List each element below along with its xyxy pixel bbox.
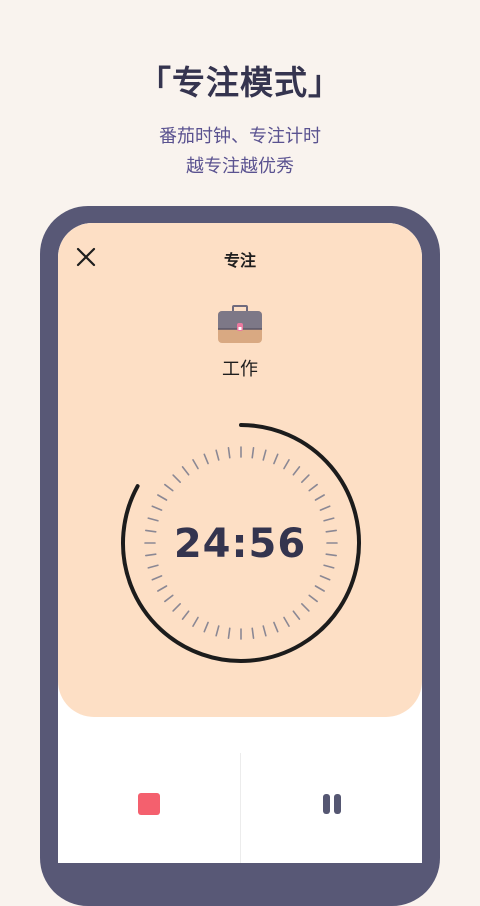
dial-tick xyxy=(314,585,325,592)
dial-tick xyxy=(151,575,163,581)
dial-tick xyxy=(215,449,220,461)
dial-tick xyxy=(172,474,181,483)
controls-divider xyxy=(240,753,241,863)
category-label: 工作 xyxy=(222,359,258,380)
dial-tick xyxy=(308,594,318,603)
dial-tick xyxy=(262,625,267,637)
pause-button[interactable] xyxy=(321,793,343,815)
focus-card: 专注 工作 24:56 xyxy=(58,223,422,717)
dial-tick xyxy=(203,453,209,465)
dial-tick xyxy=(157,494,168,501)
dial-tick xyxy=(164,594,174,603)
screen-title: 专注 xyxy=(223,251,256,270)
dial-tick xyxy=(172,603,181,612)
dial-tick xyxy=(192,459,199,470)
dial-tick xyxy=(192,616,199,627)
dial-tick xyxy=(292,466,301,476)
dial-tick xyxy=(215,625,220,637)
promo-subtitle-line1: 番茄时钟、专注计时 xyxy=(159,126,321,147)
phone-screen: 专注 工作 24:56 xyxy=(58,223,422,863)
stop-button[interactable] xyxy=(138,793,160,815)
dial-tick xyxy=(273,621,279,633)
dial-tick xyxy=(227,627,231,639)
dial-tick xyxy=(164,483,174,492)
dial-tick xyxy=(273,453,279,465)
dial-tick xyxy=(308,483,318,492)
dial-tick xyxy=(319,505,331,511)
dial-tick xyxy=(319,575,331,581)
dial-tick xyxy=(251,447,255,459)
dial-tick xyxy=(283,459,290,470)
promo-subtitle-line2: 越专注越优秀 xyxy=(186,156,294,177)
briefcase-icon xyxy=(218,305,262,343)
dial-tick xyxy=(151,505,163,511)
pause-icon xyxy=(323,794,330,814)
dial-tick xyxy=(301,603,310,612)
dial-tick xyxy=(157,585,168,592)
dial-tick xyxy=(181,466,190,476)
dial-tick xyxy=(292,610,301,620)
dial-tick xyxy=(251,627,255,639)
dial-tick xyxy=(262,449,267,461)
dial-tick xyxy=(314,494,325,501)
dial-tick xyxy=(301,474,310,483)
promo-title: 「专注模式」 xyxy=(138,63,342,102)
dial-tick xyxy=(181,610,190,620)
timer-display: 24:56 xyxy=(173,521,307,567)
pause-icon-bar xyxy=(334,794,341,814)
dial-tick xyxy=(227,447,231,459)
dial-tick xyxy=(283,616,290,627)
dial-tick xyxy=(203,621,209,633)
